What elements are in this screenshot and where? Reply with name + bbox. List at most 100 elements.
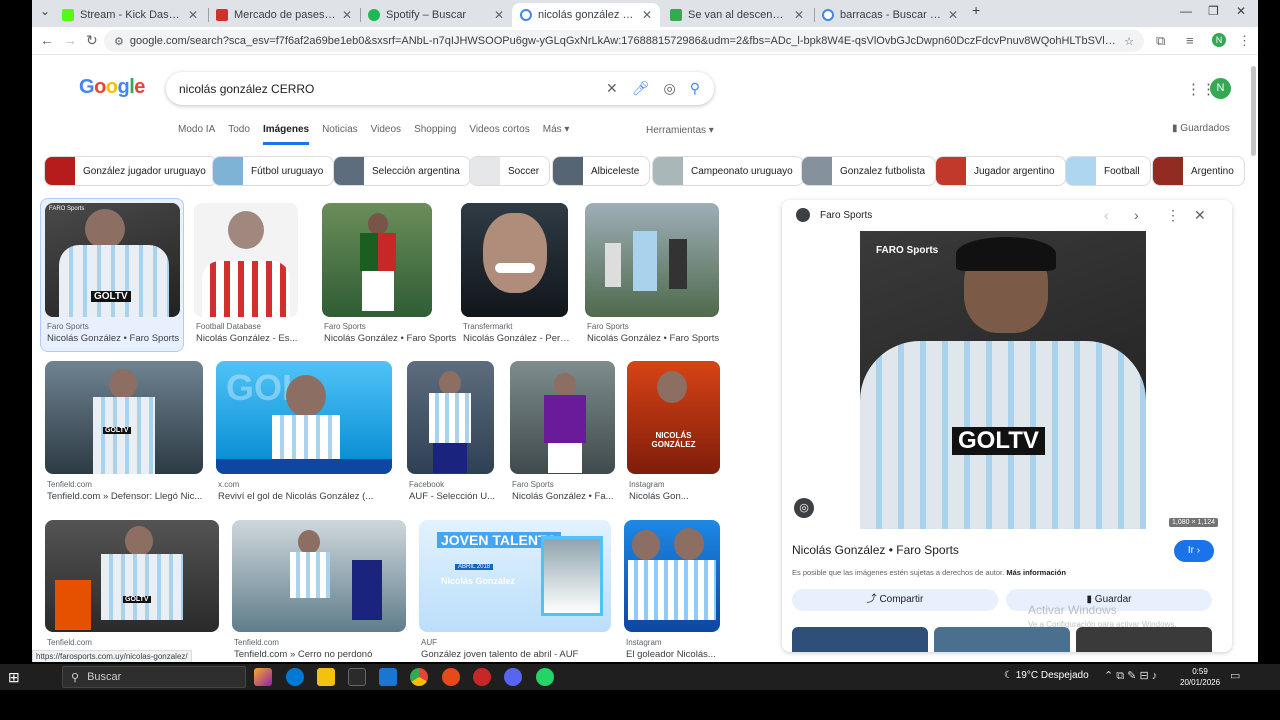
reload-icon[interactable]: ↻ (86, 32, 98, 49)
tab-modo-ia[interactable]: Modo IA (178, 124, 215, 145)
scrollbar-thumb[interactable] (1251, 66, 1256, 156)
chip[interactable]: Fútbol uruguayo (212, 156, 335, 186)
result-image (322, 203, 432, 317)
profile-icon[interactable]: N (1212, 33, 1226, 47)
moon-icon: ☾ (1004, 670, 1013, 681)
restore-icon[interactable]: ❐ (1208, 4, 1219, 18)
avatar[interactable]: N (1210, 78, 1231, 99)
tab-spotify[interactable]: Spotify – Buscar ✕ (360, 3, 512, 27)
chip[interactable]: Argentino (1152, 156, 1245, 186)
address-bar[interactable]: ⚙ google.com/search?sca_esv=f7f6af2a69be… (104, 30, 1144, 52)
system-tray[interactable]: ⌃ ⧉ ✎ ⊟ ♪ (1104, 669, 1157, 683)
close-tab-icon[interactable]: ✕ (188, 8, 198, 22)
close-panel-icon[interactable]: ✕ (1194, 207, 1206, 224)
tab-videos-cortos[interactable]: Videos cortos (469, 124, 529, 145)
back-icon[interactable]: ← (40, 32, 54, 48)
go-button[interactable]: Ir › (1174, 540, 1214, 562)
related-chips: González jugador uruguayo Fútbol uruguay… (44, 156, 1258, 186)
tab-mas[interactable]: Más ▾ (543, 124, 570, 145)
close-tab-icon[interactable]: ✕ (342, 8, 352, 22)
tab-imagenes[interactable]: Imágenes (262, 124, 310, 145)
preview-image[interactable]: FARO Sports GOLTV (860, 231, 1146, 529)
windows-start-icon[interactable]: ⊞ (8, 669, 20, 686)
tab-kick[interactable]: Stream - Kick Dashboard ✕ (54, 3, 206, 27)
copyright-note: Es posible que las imágenes estén sujeta… (792, 568, 1066, 577)
tab-descenso[interactable]: Se van al descenso y quemaron ✕ (662, 3, 812, 27)
related-image[interactable] (1076, 627, 1212, 652)
result-image: NICOLÁS GONZÁLEZ (627, 361, 720, 474)
mail-icon[interactable] (379, 668, 397, 686)
minimize-icon[interactable]: — (1180, 4, 1192, 18)
spotify-icon (368, 9, 380, 21)
tab-videos[interactable]: Videos (371, 124, 401, 145)
whatsapp-icon[interactable] (536, 668, 554, 686)
search-input[interactable]: nicolás gonzález CERRO (179, 82, 606, 96)
bookmark-star-icon[interactable]: ☆ (1124, 35, 1134, 48)
result-image: GOL (216, 361, 392, 474)
clear-icon[interactable]: ✕ (606, 80, 618, 97)
share-button[interactable]: ⤴ Compartir (792, 589, 998, 611)
tab-search-icon[interactable]: ⌄ (40, 4, 50, 18)
obs-icon[interactable] (473, 668, 491, 686)
new-tab-icon[interactable]: + (972, 2, 980, 18)
more-info-link[interactable]: Más información (1006, 568, 1066, 577)
chip[interactable]: Campeonato uruguayo (652, 156, 804, 186)
forward-icon[interactable]: → (63, 32, 77, 48)
notifications-icon[interactable]: ▭ (1230, 669, 1240, 682)
previous-icon[interactable]: ‹ (1104, 207, 1109, 223)
chrome-icon[interactable] (410, 668, 428, 686)
extensions-icon[interactable]: ⧉ (1156, 33, 1165, 49)
tab-barracas[interactable]: barracas - Buscar con Google ✕ (814, 3, 966, 27)
chip[interactable]: Jugador argentino (935, 156, 1066, 186)
tab-noticias[interactable]: Noticias (322, 124, 358, 145)
tab-google-active[interactable]: nicolás gonzález CERRO - Buscar ✕ (512, 3, 660, 27)
kick-icon (62, 9, 74, 21)
tab-mercado[interactable]: Mercado de pases 2026, en vivo ✕ (208, 3, 360, 27)
clock[interactable]: 0:59 20/01/2026 (1180, 666, 1220, 688)
google-logo[interactable]: Google (79, 76, 145, 99)
lens-icon[interactable]: ◎ (664, 80, 676, 97)
result-image (232, 520, 406, 632)
related-image[interactable] (792, 627, 928, 652)
copilot-icon[interactable] (254, 668, 272, 686)
media-icon[interactable]: ≡ (1186, 33, 1194, 48)
tab-shopping[interactable]: Shopping (414, 124, 456, 145)
voice-search-icon[interactable]: 🎤︎ (632, 80, 650, 97)
store-icon[interactable] (348, 668, 366, 686)
saved-button[interactable]: ▮ Guardados (1172, 123, 1230, 134)
close-tab-icon[interactable]: ✕ (494, 8, 504, 22)
chip[interactable]: Soccer (469, 156, 551, 186)
panel-title[interactable]: Nicolás González • Faro Sports (792, 543, 959, 557)
close-tab-icon[interactable]: ✕ (948, 8, 958, 22)
result-image: GOLTV (45, 520, 219, 632)
discord-icon[interactable] (504, 668, 522, 686)
chip[interactable]: González jugador uruguayo (44, 156, 217, 186)
browser-window: ⌄ Stream - Kick Dashboard ✕ Mercado de p… (32, 0, 1258, 662)
tab-todo[interactable]: Todo (228, 124, 250, 145)
weather-widget[interactable]: ☾ 19°C Despejado (1004, 670, 1089, 681)
google-icon (520, 9, 532, 21)
related-image[interactable] (934, 627, 1070, 652)
close-window-icon[interactable]: ✕ (1236, 4, 1246, 18)
menu-icon[interactable]: ⋮ (1238, 33, 1251, 49)
tools-button[interactable]: Herramientas ▾ (646, 125, 714, 136)
chip[interactable]: Football (1065, 156, 1151, 186)
taskbar-search[interactable]: ⚲ Buscar (62, 666, 246, 688)
panel-source[interactable]: Faro Sports (820, 210, 872, 221)
search-icon[interactable]: ⚲ (690, 80, 700, 97)
chip[interactable]: Gonzalez futbolista (801, 156, 937, 186)
edge-icon[interactable] (286, 668, 304, 686)
search-box[interactable]: nicolás gonzález CERRO ✕ 🎤︎ ◎ ⚲ (166, 72, 714, 105)
next-icon[interactable]: › (1134, 207, 1139, 223)
more-options-icon[interactable]: ⋮ (1166, 207, 1180, 224)
site-info-icon[interactable]: ⚙ (114, 35, 124, 48)
close-tab-icon[interactable]: ✕ (794, 8, 804, 22)
chip[interactable]: Albiceleste (552, 156, 651, 186)
lens-icon[interactable]: ◎ (794, 498, 814, 518)
chip[interactable]: Selección argentina (333, 156, 471, 186)
file-explorer-icon[interactable] (317, 668, 335, 686)
windows-taskbar: ⊞ ⚲ Buscar ☾ 19°C Despejado ⌃ ⧉ ✎ ⊟ ♪ 0:5… (0, 664, 1280, 690)
sheet-icon (670, 9, 682, 21)
app-icon[interactable] (442, 668, 460, 686)
close-tab-icon[interactable]: ✕ (642, 8, 652, 22)
